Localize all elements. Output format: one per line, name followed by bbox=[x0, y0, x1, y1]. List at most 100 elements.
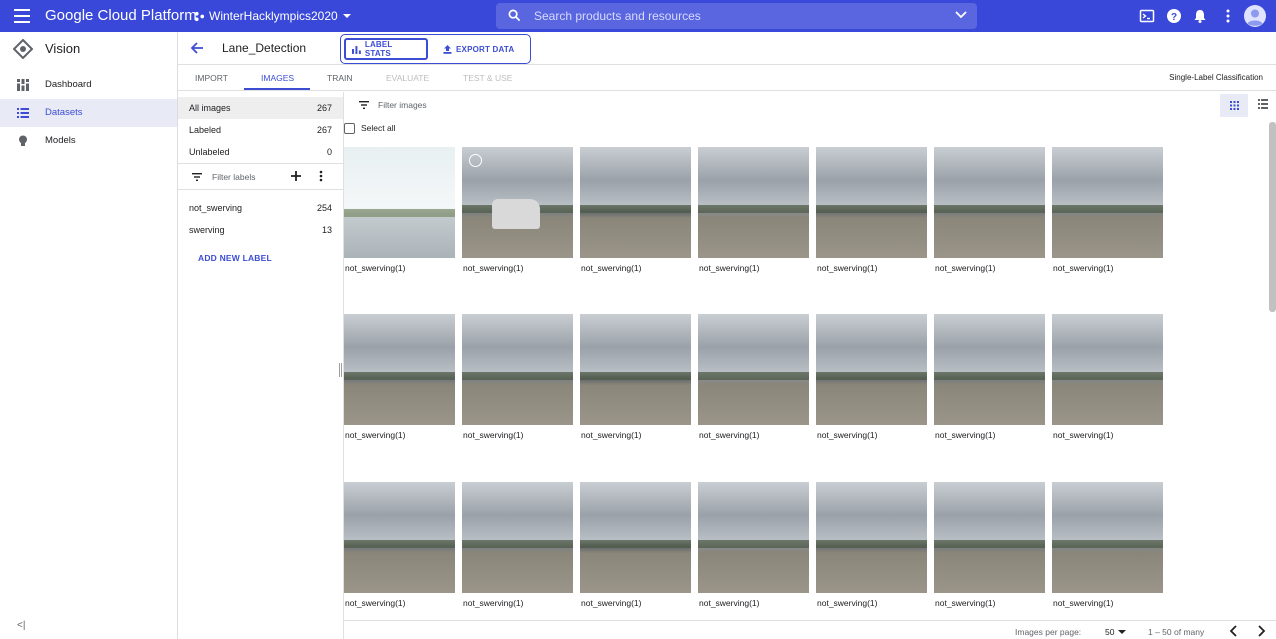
export-data-label: EXPORT DATA bbox=[456, 44, 515, 54]
filter-label: Unlabeled bbox=[189, 147, 230, 157]
sidebar-item-datasets[interactable]: Datasets bbox=[0, 99, 177, 127]
previous-page-icon[interactable] bbox=[1229, 625, 1239, 637]
filter-images-input[interactable] bbox=[378, 98, 678, 112]
image-thumbnail[interactable] bbox=[580, 482, 691, 593]
image-thumbnail[interactable] bbox=[462, 147, 573, 258]
cloud-shell-icon[interactable] bbox=[1139, 8, 1155, 24]
filter-count: 267 bbox=[316, 103, 332, 113]
brand-title[interactable]: Google Cloud Platform bbox=[45, 7, 197, 24]
tab-test-use: TEST & USE bbox=[463, 73, 513, 83]
label-count: 254 bbox=[316, 203, 332, 213]
export-data-button[interactable]: EXPORT DATA bbox=[437, 38, 520, 60]
more-vert-icon[interactable] bbox=[1220, 8, 1236, 24]
filter-unlabeled[interactable]: Unlabeled 0 bbox=[178, 141, 343, 163]
image-caption: not_swerving(1) bbox=[817, 430, 878, 440]
list-view-icon[interactable] bbox=[1258, 99, 1268, 109]
add-new-label-button[interactable]: ADD NEW LABEL bbox=[198, 253, 272, 263]
label-name: not_swerving bbox=[189, 203, 243, 213]
image-caption: not_swerving(1) bbox=[463, 598, 524, 608]
more-vert-icon[interactable] bbox=[319, 170, 323, 182]
image-thumbnail[interactable] bbox=[698, 147, 809, 258]
image-caption: not_swerving(1) bbox=[935, 263, 996, 273]
tab-import[interactable]: IMPORT bbox=[195, 73, 228, 83]
image-caption: not_swerving(1) bbox=[345, 598, 406, 608]
back-arrow-icon[interactable] bbox=[190, 41, 204, 55]
search-input[interactable] bbox=[534, 6, 934, 26]
image-thumbnail[interactable] bbox=[1052, 314, 1163, 425]
image-horizon bbox=[934, 540, 1045, 548]
list-icon bbox=[17, 108, 29, 118]
filter-labels-input[interactable] bbox=[212, 170, 282, 184]
active-tab-indicator bbox=[244, 88, 310, 90]
panel-resize-handle[interactable] bbox=[339, 363, 342, 377]
label-item-swerving[interactable]: swerving 13 bbox=[178, 219, 343, 241]
image-thumbnail[interactable] bbox=[816, 147, 927, 258]
sidebar-item-label: Models bbox=[45, 135, 76, 146]
sidebar-item-models[interactable]: Models bbox=[0, 127, 177, 155]
page-range: 1 – 50 of many bbox=[1148, 627, 1205, 637]
image-thumbnail[interactable] bbox=[934, 147, 1045, 258]
classification-mode: Single-Label Classification bbox=[1169, 73, 1263, 82]
image-thumbnail[interactable] bbox=[580, 314, 691, 425]
account-icon[interactable] bbox=[1243, 4, 1267, 28]
image-horizon bbox=[934, 372, 1045, 380]
label-panel: All images 267 Labeled 267 Unlabeled 0 n… bbox=[178, 92, 344, 639]
select-image-checkbox[interactable] bbox=[469, 154, 482, 167]
image-horizon bbox=[580, 372, 691, 380]
header-actions: LABEL STATS EXPORT DATA bbox=[340, 34, 531, 64]
image-thumbnail[interactable] bbox=[344, 147, 455, 258]
label-stats-label: LABEL STATS bbox=[364, 40, 393, 58]
next-page-icon[interactable] bbox=[1256, 625, 1266, 637]
image-horizon bbox=[344, 209, 455, 217]
label-item-not-swerving[interactable]: not_swerving 254 bbox=[178, 197, 343, 219]
image-thumbnail[interactable] bbox=[462, 482, 573, 593]
collapse-nav-button[interactable]: <| bbox=[17, 620, 25, 631]
image-horizon bbox=[934, 205, 1045, 213]
notifications-icon[interactable] bbox=[1192, 8, 1208, 24]
sidebar-item-dashboard[interactable]: Dashboard bbox=[0, 71, 177, 99]
search-box bbox=[496, 3, 977, 29]
filter-count: 0 bbox=[326, 147, 332, 157]
pagination-footer: Images per page: 50 1 – 50 of many bbox=[344, 620, 1276, 639]
vision-logo-icon bbox=[13, 39, 33, 59]
image-thumbnail[interactable] bbox=[698, 314, 809, 425]
label-stats-button[interactable]: LABEL STATS bbox=[344, 38, 428, 60]
image-thumbnail[interactable] bbox=[698, 482, 809, 593]
chevron-down-icon bbox=[1118, 630, 1127, 634]
grid-view-icon bbox=[1230, 101, 1239, 110]
filter-label: All images bbox=[189, 103, 231, 113]
image-horizon bbox=[1052, 540, 1163, 548]
dataset-tabs: IMPORT IMAGES TRAIN EVALUATE TEST & USE … bbox=[178, 66, 1276, 91]
image-thumbnail[interactable] bbox=[344, 482, 455, 593]
image-thumbnail[interactable] bbox=[1052, 482, 1163, 593]
image-horizon bbox=[1052, 205, 1163, 213]
scrollbar[interactable] bbox=[1269, 122, 1276, 312]
grid-view-button[interactable] bbox=[1220, 94, 1248, 117]
image-thumbnail[interactable] bbox=[580, 147, 691, 258]
tab-evaluate: EVALUATE bbox=[386, 73, 430, 83]
checkbox[interactable] bbox=[344, 122, 355, 134]
tab-train[interactable]: TRAIN bbox=[327, 73, 353, 83]
image-thumbnail[interactable] bbox=[816, 482, 927, 593]
image-thumbnail[interactable] bbox=[934, 482, 1045, 593]
image-thumbnail[interactable] bbox=[1052, 147, 1163, 258]
bar-chart-icon bbox=[352, 45, 361, 54]
image-horizon bbox=[698, 205, 809, 213]
menu-icon[interactable] bbox=[14, 9, 30, 23]
chevron-down-icon[interactable] bbox=[955, 11, 967, 19]
image-thumbnail[interactable] bbox=[934, 314, 1045, 425]
image-thumbnail[interactable] bbox=[816, 314, 927, 425]
tab-images[interactable]: IMAGES bbox=[261, 73, 294, 83]
image-thumbnail[interactable] bbox=[462, 314, 573, 425]
image-horizon bbox=[580, 205, 691, 213]
project-selector[interactable]: WinterHacklympics2020 bbox=[194, 9, 352, 23]
select-all-checkbox[interactable]: Select all bbox=[344, 122, 396, 134]
per-page-select[interactable]: 50 bbox=[1105, 627, 1127, 637]
add-icon[interactable] bbox=[290, 170, 302, 182]
filter-labeled[interactable]: Labeled 267 bbox=[178, 119, 343, 141]
help-icon[interactable]: ? bbox=[1166, 8, 1182, 24]
image-thumbnail[interactable] bbox=[344, 314, 455, 425]
lightbulb-icon bbox=[19, 135, 27, 146]
filter-all-images[interactable]: All images 267 bbox=[178, 97, 343, 119]
label-name: swerving bbox=[189, 225, 225, 235]
